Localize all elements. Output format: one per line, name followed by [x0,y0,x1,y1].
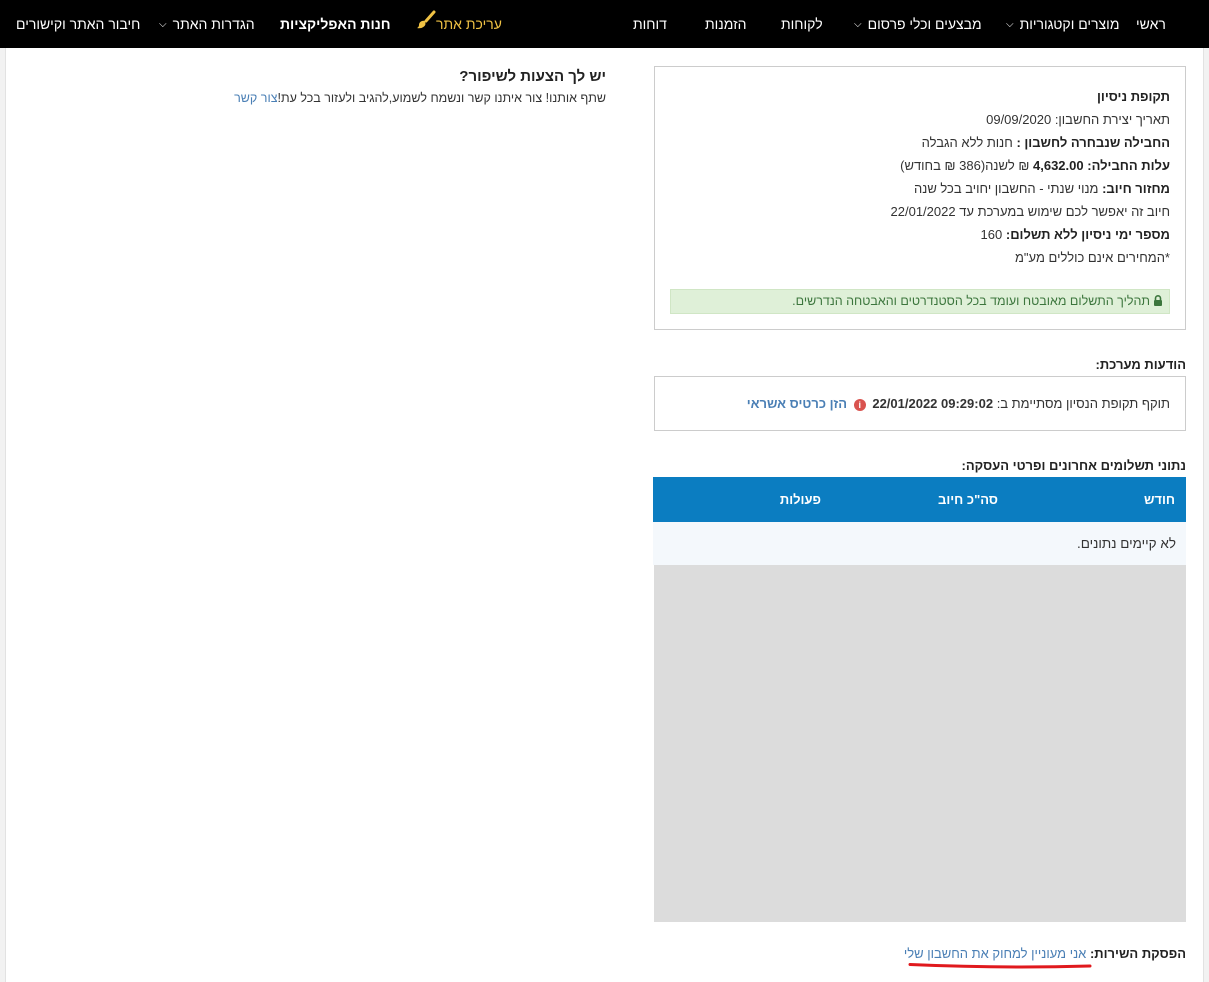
lock-icon [1153,291,1163,314]
info-icon: i [853,399,866,411]
column-header-month: חודש [1143,492,1175,507]
suggestions-title: יש לך הצעות לשיפור? [459,68,606,85]
cancel-service-row: הפסקת השירות: אני מעוניין למחוק את החשבו… [880,946,1186,961]
cost-suffix: ₪ לשנה(386 ₪ בחודש) [900,158,1030,173]
contact-us-link[interactable]: צור קשר [234,91,277,105]
billing-cycle-value: מנוי שנתי - החשבון יחויב בכל שנה [914,181,1099,196]
created-date-label: תאריך יצירת החשבון: [1054,112,1170,127]
trial-expiry-date: 22/01/2022 09:29:02 [872,396,994,411]
nav-site-settings[interactable]: ⌵ הגדרות האתר [159,0,255,48]
billing-cycle-label: מחזור חיוב: [1102,181,1170,196]
usage-note: חיוב זה יאפשר לכם שימוש במערכת עד 22/01/… [890,204,1170,219]
nav-products[interactable]: ⌵ מוצרים וקטגוריות [1006,0,1119,48]
nav-customers[interactable]: לקוחות [781,0,823,48]
nav-connect-site[interactable]: חיבור האתר וקישורים [16,0,140,48]
payments-table-header: חודש סה"כ חיוב פעולות [653,477,1186,522]
nav-connect-label: חיבור האתר וקישורים [16,16,141,32]
chevron-down-icon: ⌵ [159,19,167,31]
trial-expiry-text: תוקף תקופת הנסיון מסתיימת ב: [996,396,1170,411]
cost-label: עלות החבילה: [1087,158,1170,173]
nav-edit-site[interactable]: עריכת אתר [412,0,502,48]
package-label: החבילה שנבחרה לחשבון : [1016,135,1170,150]
created-date-row: תאריך יצירת החשבון: 09/09/2020 [670,108,1170,131]
page-left-border [0,48,6,982]
cost-row: עלות החבילה: 4,632.00 ₪ לשנה(386 ₪ בחודש… [670,154,1170,177]
chevron-down-icon: ⌵ [1006,19,1014,31]
nav-products-label: מוצרים וקטגוריות [1019,16,1120,32]
cost-value: 4,632.00 [1033,158,1084,173]
nav-app-store-label: חנות האפליקציות [280,16,391,32]
secure-payment-notice: תהליך התשלום מאובטח ועומד בכל הסטנדרטים … [670,289,1170,314]
enter-credit-card-link[interactable]: הזן כרטיס אשראי [747,396,847,411]
nav-reports-label: דוחות [633,16,667,32]
package-value: חנות ללא הגבלה [921,135,1013,150]
package-row: החבילה שנבחרה לחשבון : חנות ללא הגבלה [670,131,1170,154]
nav-promotions[interactable]: ⌵ מבצעים וכלי פרסום [854,0,982,48]
payments-table-body [654,565,1186,922]
nav-edit-site-label: עריכת אתר [436,16,502,32]
suggestions-text: שתף אותנו! צור איתנו קשר ונשמח לשמוע,להג… [200,91,606,105]
delete-account-link[interactable]: אני מעוניין למחוק את החשבון שלי [904,946,1086,961]
created-date-value: 09/09/2020 [986,112,1052,127]
column-header-actions: פעולות [779,492,821,507]
paintbrush-icon [416,1,436,49]
suggestions-block: יש לך הצעות לשיפור? שתף אותנו! צור איתנו… [200,68,606,105]
trial-heading: תקופת ניסיון [670,85,1170,108]
billing-cycle-row: מחזור חיוב: מנוי שנתי - החשבון יחויב בכל… [670,177,1170,200]
trial-days-value: 160 [980,227,1003,242]
nav-home-label: ראשי [1136,16,1166,32]
trial-days-row: מספר ימי ניסיון ללא תשלום: 160 [670,223,1170,246]
nav-home[interactable]: ראשי [1136,0,1166,48]
nav-site-settings-label: הגדרות האתר [172,16,255,32]
cancel-service-label: הפסקת השירות: [1089,946,1186,961]
system-message-box: תוקף תקופת הנסיון מסתיימת ב: 22/01/2022 … [654,376,1186,431]
payments-empty-row: לא קיימים נתונים. [653,522,1186,565]
page-right-border [1203,48,1209,982]
trial-info-box: תקופת ניסיון תאריך יצירת החשבון: 09/09/2… [654,66,1186,330]
payments-title: נתוני תשלומים אחרונים ופרטי העסקה: [961,458,1186,473]
nav-app-store[interactable]: חנות האפליקציות [280,0,391,48]
trial-heading-text: תקופת ניסיון [1096,89,1170,104]
red-underline-annotation [908,963,1092,969]
chevron-down-icon: ⌵ [854,19,862,31]
suggestions-body: שתף אותנו! צור איתנו קשר ונשמח לשמוע,להג… [277,91,606,105]
nav-orders[interactable]: הזמנות [705,0,747,48]
nav-orders-label: הזמנות [705,16,747,32]
system-messages-title: הודעות מערכת: [1095,357,1186,372]
top-navigation-bar: ראשי ⌵ מוצרים וקטגוריות ⌵ מבצעים וכלי פרסו… [0,0,1209,48]
secure-payment-text: תהליך התשלום מאובטח ועומד בכל הסטנדרטים … [792,294,1150,308]
nav-promotions-label: מבצעים וכלי פרסום [867,16,982,32]
nav-customers-label: לקוחות [781,16,823,32]
trial-days-label: מספר ימי ניסיון ללא תשלום: [1005,227,1170,242]
column-header-total: סה"כ חיוב [938,492,998,507]
vat-note: *המחירים אינם כוללים מע"מ [1015,250,1170,265]
nav-reports[interactable]: דוחות [633,0,667,48]
